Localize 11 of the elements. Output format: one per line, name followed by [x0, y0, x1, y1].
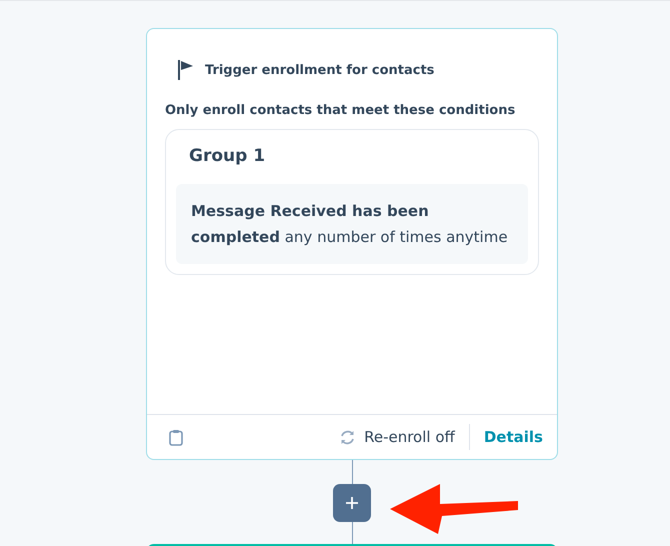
group-title: Group 1 — [188, 146, 266, 166]
add-step-button[interactable] — [333, 484, 371, 522]
flag-icon — [177, 59, 195, 81]
details-link[interactable]: Details — [484, 428, 543, 446]
trigger-title: Trigger enrollment for contacts — [205, 62, 434, 78]
plus-icon — [345, 496, 359, 510]
reenroll-status: Re-enroll off — [364, 428, 455, 446]
conditions-heading: Only enroll contacts that meet these conditions — [165, 103, 516, 118]
clipboard-icon[interactable] — [169, 428, 183, 446]
condition-text: Message Received has been completed any number of times anytime — [176, 184, 528, 264]
refresh-icon — [339, 428, 356, 446]
